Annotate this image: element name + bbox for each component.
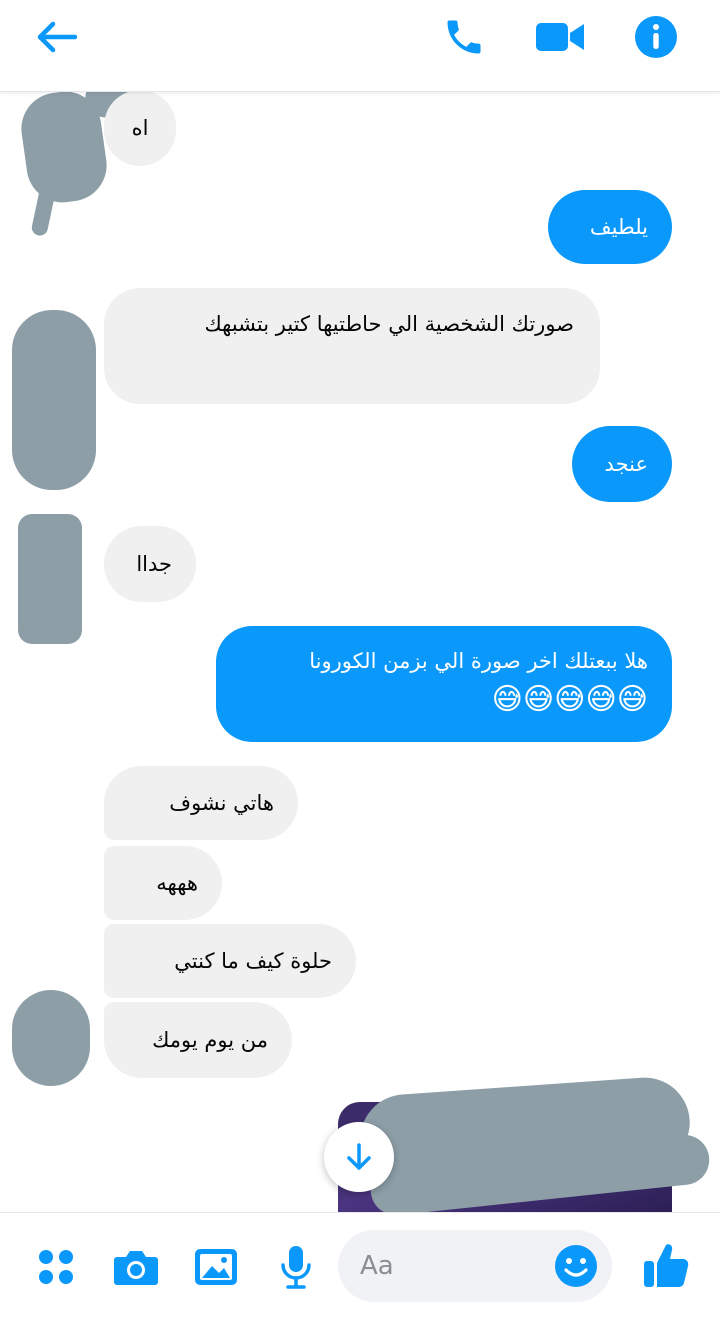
incoming-message[interactable]: حلوة كيف ما كنتي bbox=[104, 924, 356, 998]
incoming-message[interactable]: هههه bbox=[104, 846, 222, 920]
camera-button[interactable] bbox=[110, 1241, 162, 1293]
like-button[interactable] bbox=[640, 1239, 692, 1291]
video-call-button[interactable] bbox=[532, 14, 588, 60]
info-button[interactable] bbox=[628, 14, 684, 60]
message-input[interactable] bbox=[360, 1246, 550, 1286]
message-composer bbox=[0, 1212, 720, 1326]
gallery-icon bbox=[195, 1249, 237, 1285]
audio-call-button[interactable] bbox=[436, 14, 492, 60]
camera-icon bbox=[114, 1251, 158, 1285]
apps-icon bbox=[39, 1250, 73, 1284]
outgoing-message[interactable]: يلطيف bbox=[548, 190, 672, 264]
phone-icon bbox=[447, 20, 481, 54]
scroll-to-bottom-button[interactable] bbox=[324, 1122, 394, 1192]
contact-name[interactable] bbox=[104, 18, 294, 58]
back-button[interactable] bbox=[28, 14, 84, 60]
incoming-message[interactable]: جداا bbox=[104, 526, 196, 602]
message-emoji: 😅😅😅😅😅 bbox=[491, 682, 648, 717]
outgoing-message[interactable]: هلا ببعتلك اخر صورة الي بزمن الكورونا 😅😅… bbox=[216, 626, 672, 742]
message-input-container[interactable] bbox=[338, 1230, 612, 1302]
gallery-button[interactable] bbox=[190, 1241, 242, 1293]
incoming-message[interactable]: صورتك الشخصية الي حاطتيها كتير بتشبهك bbox=[104, 288, 600, 404]
message-text: هلا ببعتلك اخر صورة الي بزمن الكورونا bbox=[309, 649, 648, 673]
emoji-button[interactable] bbox=[552, 1242, 600, 1290]
back-arrow-icon bbox=[37, 21, 77, 53]
microphone-icon bbox=[281, 1246, 311, 1289]
incoming-message[interactable]: هاتي نشوف bbox=[104, 766, 298, 840]
info-icon bbox=[635, 16, 677, 58]
emoji-icon bbox=[555, 1245, 597, 1287]
outgoing-message[interactable]: عنجد bbox=[572, 426, 672, 502]
video-icon bbox=[536, 23, 584, 51]
voice-message-button[interactable] bbox=[270, 1241, 322, 1293]
incoming-message[interactable]: اه bbox=[104, 90, 176, 166]
redacted-avatar bbox=[18, 514, 82, 644]
thumbs-up-icon bbox=[644, 1244, 689, 1287]
arrow-down-icon bbox=[347, 1143, 371, 1170]
incoming-message[interactable]: من يوم يومك bbox=[104, 1002, 292, 1078]
redacted-avatar bbox=[12, 990, 90, 1086]
redacted-avatar bbox=[12, 310, 96, 490]
more-actions-button[interactable] bbox=[30, 1241, 82, 1293]
conversation-header bbox=[0, 0, 720, 92]
